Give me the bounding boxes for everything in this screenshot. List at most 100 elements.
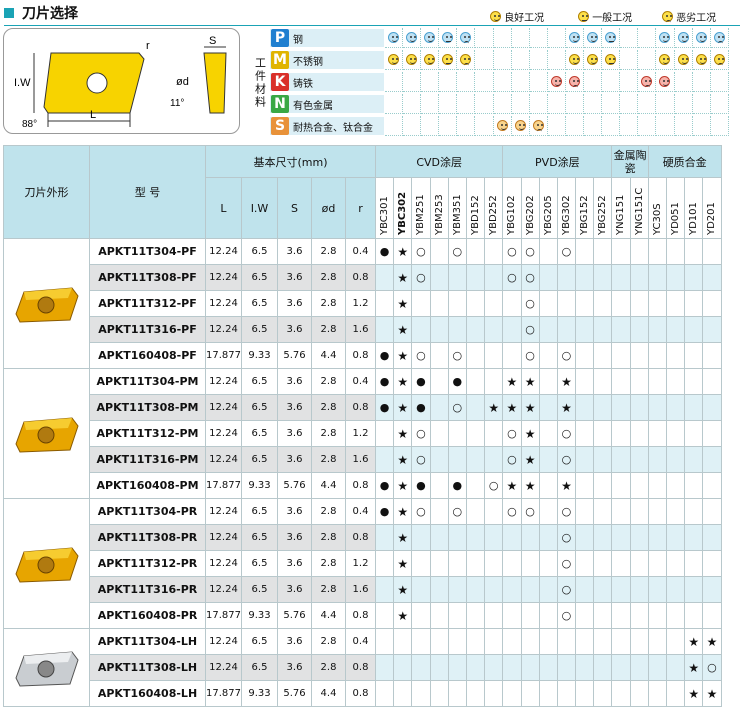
grade-cell: ●	[447, 368, 467, 395]
dim-cell: 0.8	[345, 524, 376, 551]
grade-cell: ○	[447, 342, 467, 369]
grade-cell	[629, 264, 649, 291]
material-cell	[656, 50, 675, 70]
grade-cell	[411, 524, 431, 551]
iw-label: I.W	[14, 77, 31, 89]
grade-cell	[502, 342, 522, 369]
material-cell	[674, 50, 693, 70]
grade-cell	[429, 264, 449, 291]
smile-face-icon	[677, 32, 689, 43]
grade-cell	[520, 602, 540, 629]
model-cell: APKT11T304-LH	[89, 628, 206, 655]
grade-cell	[629, 498, 649, 525]
frown-face-icon	[713, 32, 725, 43]
grade-cell	[465, 342, 486, 369]
grade-cell	[593, 680, 613, 707]
grade-cell	[538, 602, 558, 629]
material-cell	[529, 28, 548, 48]
material-cell	[584, 72, 603, 92]
grade-cell	[702, 368, 722, 395]
material-code-badge: M	[271, 51, 289, 69]
dim-cell: 2.8	[311, 290, 346, 317]
grade-cell	[702, 316, 722, 343]
model-cell: APKT11T308-PF	[89, 264, 206, 291]
dim-cell: 1.6	[345, 316, 376, 343]
material-cell	[692, 94, 711, 114]
grade-cell	[575, 498, 595, 525]
dim-cell: 3.6	[277, 524, 312, 551]
smile-face-icon	[568, 32, 580, 43]
dim-cell: 17.877	[205, 342, 242, 369]
material-cell	[457, 94, 476, 114]
legend-normal: 一般工况	[578, 9, 632, 24]
dim-cell: 2.8	[311, 264, 346, 291]
material-cell	[692, 50, 711, 70]
grade-cell	[502, 602, 522, 629]
model-cell: APKT11T312-PM	[89, 420, 206, 447]
grade-cell	[647, 264, 668, 291]
grade-cell	[520, 576, 540, 603]
frown-face-icon	[568, 76, 580, 87]
material-cell	[602, 50, 621, 70]
table-row: APKT11T308-PR 12.24 6.5 3.6 2.8 0.8 ★ ○	[4, 524, 722, 551]
grade-label: YBG302	[560, 195, 572, 235]
grade-cell	[538, 290, 558, 317]
dim-cell: 3.6	[277, 498, 312, 525]
grade-cell: ★	[393, 238, 413, 265]
dim-cell: 9.33	[241, 602, 278, 629]
dim-cell: 3.6	[277, 550, 312, 577]
dim-cell: 12.24	[205, 290, 242, 317]
grade-cell	[702, 420, 722, 447]
grade-cell: ○	[447, 498, 467, 525]
grade-cell: ○	[447, 238, 467, 265]
smile-face-icon	[406, 54, 418, 65]
grade-cell	[702, 576, 722, 603]
grade-cell	[447, 446, 467, 473]
dim-cell: 12.24	[205, 498, 242, 525]
grade-cell	[684, 342, 704, 369]
grade-cell	[629, 576, 649, 603]
grade-cell	[702, 524, 722, 551]
grade-cell	[665, 420, 686, 447]
dim-cell: 2.8	[311, 420, 346, 447]
grade-label: YD051	[670, 202, 681, 235]
material-cell	[439, 28, 458, 48]
grade-cell	[593, 394, 613, 421]
material-cell	[403, 116, 422, 136]
insert-diagram-svg: I.W L r 88° S ød 11°	[14, 35, 227, 130]
material-cell	[620, 72, 639, 92]
grade-cell	[502, 654, 522, 681]
grade-label: YBD252	[488, 195, 500, 235]
grade-cell: ★	[702, 628, 722, 655]
grade-cell	[665, 550, 686, 577]
smile-face-icon	[406, 32, 418, 43]
grade-cell	[665, 498, 686, 525]
dim-cell: 1.6	[345, 576, 376, 603]
material-cell	[674, 94, 693, 114]
dim-cell: 0.4	[345, 498, 376, 525]
grade-label: YD101	[688, 202, 700, 235]
insert-pm-image	[14, 416, 79, 453]
dim-cell: 2.8	[311, 316, 346, 343]
dim-cell: 9.33	[241, 472, 278, 499]
insert-pr-image	[14, 546, 79, 583]
grade-cell	[702, 264, 722, 291]
grade-cell	[665, 394, 686, 421]
dim-cell: 3.6	[277, 264, 312, 291]
grade-cell	[702, 472, 722, 499]
grade-cell	[374, 654, 395, 681]
grade-cell	[484, 316, 504, 343]
dim-cell: 12.24	[205, 576, 242, 603]
material-cell	[529, 72, 548, 92]
model-cell: APKT11T316-PR	[89, 576, 206, 603]
header-grade: YBG252	[593, 177, 613, 239]
grade-cell: ★	[393, 446, 413, 473]
grade-cell	[447, 576, 467, 603]
material-cell	[511, 116, 530, 136]
grade-cell	[538, 264, 558, 291]
grade-cell	[593, 550, 613, 577]
header-dim-1: I.W	[241, 177, 278, 239]
grade-cell	[429, 394, 449, 421]
dim-cell: 0.8	[345, 394, 376, 421]
grade-cell	[520, 654, 540, 681]
